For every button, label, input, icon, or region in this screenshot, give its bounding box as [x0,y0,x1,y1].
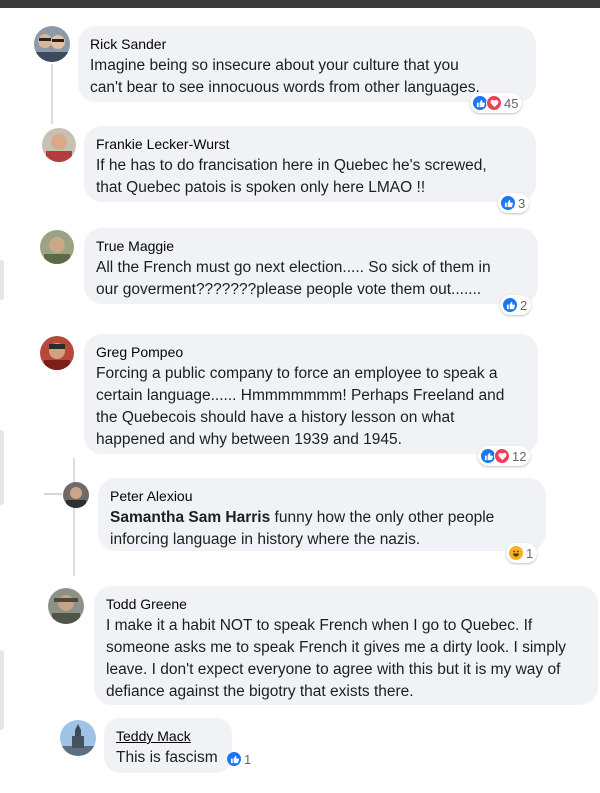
reaction-summary[interactable]: 12 [478,446,531,466]
comment-bubble: Todd Greene I make it a habit NOT to spe… [94,586,598,705]
comment-text: I make it a habit NOT to speak French wh… [106,617,567,700]
love-icon [486,95,502,111]
reaction-count: 1 [526,545,534,561]
reaction-summary[interactable]: 3 [498,193,530,213]
comment-text: Samantha Sam Harris funny how the only o… [110,509,495,548]
commenter-name[interactable]: Rick Sander [90,35,524,53]
comment-bubble: Teddy Mack This is fascism [104,718,232,773]
reply-thread-line [73,458,75,576]
avatar[interactable] [40,336,74,370]
avatar[interactable] [63,482,89,508]
haha-icon [508,545,524,561]
commenter-name[interactable]: Greg Pompeo [96,343,526,361]
comment-bubble: True Maggie All the French must go next … [84,228,538,304]
reaction-count: 45 [504,95,519,111]
commenter-name[interactable]: Frankie Lecker-Wurst [96,135,524,153]
comment-bubble: Greg Pompeo Forcing a public company to … [84,334,538,454]
reaction-count: 3 [518,195,526,211]
reaction-count: 1 [244,751,252,767]
left-edge-marker [0,430,4,505]
avatar[interactable] [48,588,84,624]
comment-text: Imagine being so insecure about your cul… [90,57,480,96]
reaction-summary[interactable]: 1 [506,543,538,563]
commenter-name[interactable]: True Maggie [96,237,526,255]
left-edge-marker [0,260,4,300]
reaction-summary[interactable]: 2 [500,295,532,315]
reaction-summary[interactable]: 1 [224,749,255,769]
reaction-summary[interactable]: 45 [470,93,523,113]
thread-line [51,64,53,124]
commenter-name[interactable]: Todd Greene [106,595,586,613]
comment-text: All the French must go next election....… [96,259,491,298]
comment-text: If he has to do francisation here in Que… [96,157,487,196]
avatar[interactable] [40,230,74,264]
like-icon [500,195,516,211]
comment-bubble: Peter Alexiou Samantha Sam Harris funny … [98,478,546,551]
reaction-count: 2 [520,297,528,313]
left-edge-marker [0,650,4,730]
like-icon [502,297,518,313]
comment-bubble: Rick Sander Imagine being so insecure ab… [78,26,536,102]
reply-connector [44,493,62,495]
avatar[interactable] [60,720,96,756]
comment-text: Forcing a public company to force an emp… [96,365,505,448]
mention-link[interactable]: Samantha Sam Harris [110,509,270,526]
avatar[interactable] [34,26,70,62]
avatar[interactable] [42,128,76,162]
love-icon [494,448,510,464]
comment-text: This is fascism [116,749,218,766]
commenter-name[interactable]: Peter Alexiou [110,487,534,505]
comment-bubble: Frankie Lecker-Wurst If he has to do fra… [84,126,536,202]
commenter-name[interactable]: Teddy Mack [116,727,220,745]
reaction-count: 12 [512,448,527,464]
window-top-bar [0,0,600,8]
like-icon [226,751,242,767]
